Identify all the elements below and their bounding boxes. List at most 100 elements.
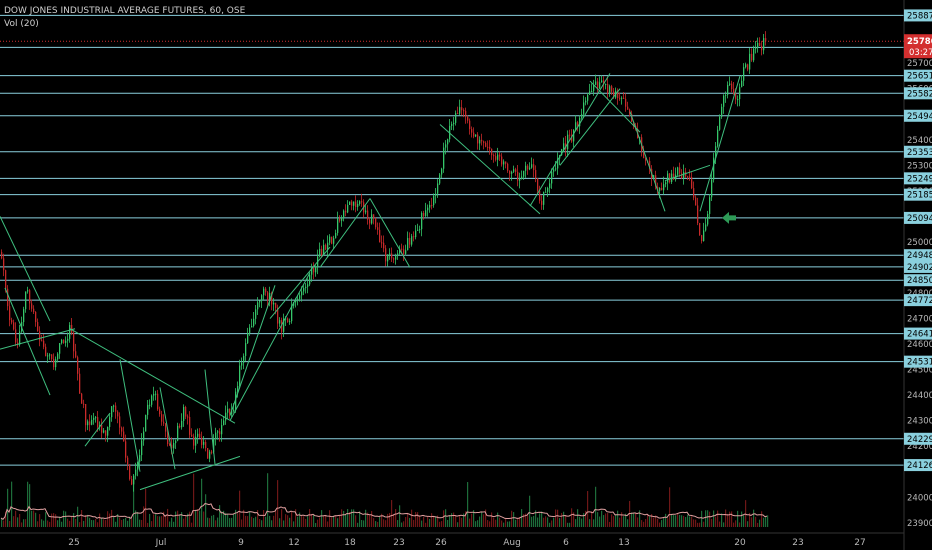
volume-bar (751, 517, 753, 527)
candle-body (549, 183, 551, 188)
candle-body (739, 87, 741, 100)
volume-bar (665, 513, 667, 527)
volume-bar (245, 515, 247, 527)
candle-body (89, 421, 91, 425)
candle-body (747, 64, 749, 70)
volume-bar (379, 515, 381, 527)
volume-bar (701, 510, 703, 527)
candle-body (607, 83, 609, 94)
volume-bar (401, 522, 403, 527)
candle-body (49, 354, 51, 356)
candle-body (433, 195, 435, 206)
candle-body (145, 414, 147, 432)
price-tick-label: 25700 (907, 59, 932, 69)
candle-body (85, 404, 87, 426)
candle-body (401, 248, 403, 250)
candle-body (61, 339, 63, 344)
volume-bar (145, 488, 147, 527)
trendline[interactable] (69, 328, 236, 424)
last-price-label: 25786 (907, 37, 932, 47)
trendline[interactable] (159, 387, 176, 470)
volume-bar (533, 515, 535, 527)
trendline[interactable] (119, 359, 141, 472)
candle-body (361, 201, 363, 203)
candle-body (69, 324, 71, 339)
price-tick-label: 24700 (907, 315, 932, 325)
candle-body (79, 373, 81, 394)
time-tick-label: 23 (792, 538, 803, 548)
volume-bar (385, 520, 387, 527)
candle-body (67, 338, 69, 341)
trendline[interactable] (269, 246, 331, 319)
volume-bar (291, 511, 293, 527)
volume-bar (477, 520, 479, 527)
candle-body (223, 420, 225, 426)
candle-body (515, 169, 517, 172)
trendline[interactable] (559, 88, 621, 166)
candle-body (203, 441, 205, 445)
volume-bar (47, 520, 49, 527)
volume-bar (699, 522, 701, 527)
volume-bar (7, 488, 9, 527)
candle-body (503, 161, 505, 165)
candle-body (95, 417, 97, 419)
trendline[interactable] (319, 198, 371, 268)
volume-bar (685, 517, 687, 527)
candle-body (421, 213, 423, 230)
candle-body (155, 393, 157, 395)
volume-bar (3, 520, 5, 527)
candle-body (371, 214, 373, 224)
candle-body (445, 144, 447, 148)
candle-body (733, 89, 735, 94)
volume-bar (125, 517, 127, 527)
candle-body (731, 83, 733, 90)
volume-bar (547, 517, 549, 527)
trendline[interactable] (369, 198, 411, 268)
volume-bar (1, 517, 3, 527)
candle-body (551, 171, 553, 184)
candle-body (307, 284, 309, 287)
candle-body (487, 146, 489, 148)
volume-bar (711, 518, 713, 527)
price-chart[interactable]: 2390024000241202420024300244002450024600… (0, 0, 932, 550)
candle-body (349, 201, 351, 205)
volume-bar (545, 516, 547, 527)
candle-body (477, 134, 479, 144)
trendline[interactable] (204, 369, 216, 465)
candle-body (463, 110, 465, 112)
volume-bar (453, 512, 455, 527)
candle-body (539, 191, 541, 201)
candle-body (181, 420, 183, 428)
volume-bar (15, 510, 17, 527)
candle-body (163, 421, 165, 424)
level-label: 24902 (907, 263, 932, 273)
candle-body (173, 443, 175, 449)
volume-bar (393, 513, 395, 527)
volume-bar (179, 515, 181, 527)
candle-body (81, 393, 83, 404)
candle-body (143, 431, 145, 441)
candle-body (485, 142, 487, 147)
trendline[interactable] (589, 80, 641, 133)
volume-bar (73, 513, 75, 527)
trendline[interactable] (629, 111, 666, 212)
volume-bar (713, 510, 715, 527)
volume-bar (201, 478, 203, 527)
trendline[interactable] (699, 75, 741, 212)
candle-body (25, 291, 27, 310)
volume-bar (555, 509, 557, 527)
candle-body (129, 464, 131, 480)
volume-bar (365, 509, 367, 527)
candle-body (453, 122, 455, 125)
volume-bar (185, 516, 187, 527)
volume-bar (561, 512, 563, 527)
candle-body (87, 421, 89, 426)
candle-body (383, 242, 385, 249)
volume-bar (387, 513, 389, 527)
volume-bar (33, 510, 35, 527)
volume-bar (371, 511, 373, 527)
trendline[interactable] (139, 455, 241, 491)
candle-body (103, 430, 105, 433)
trendline[interactable] (0, 328, 76, 350)
candle-body (161, 414, 163, 422)
